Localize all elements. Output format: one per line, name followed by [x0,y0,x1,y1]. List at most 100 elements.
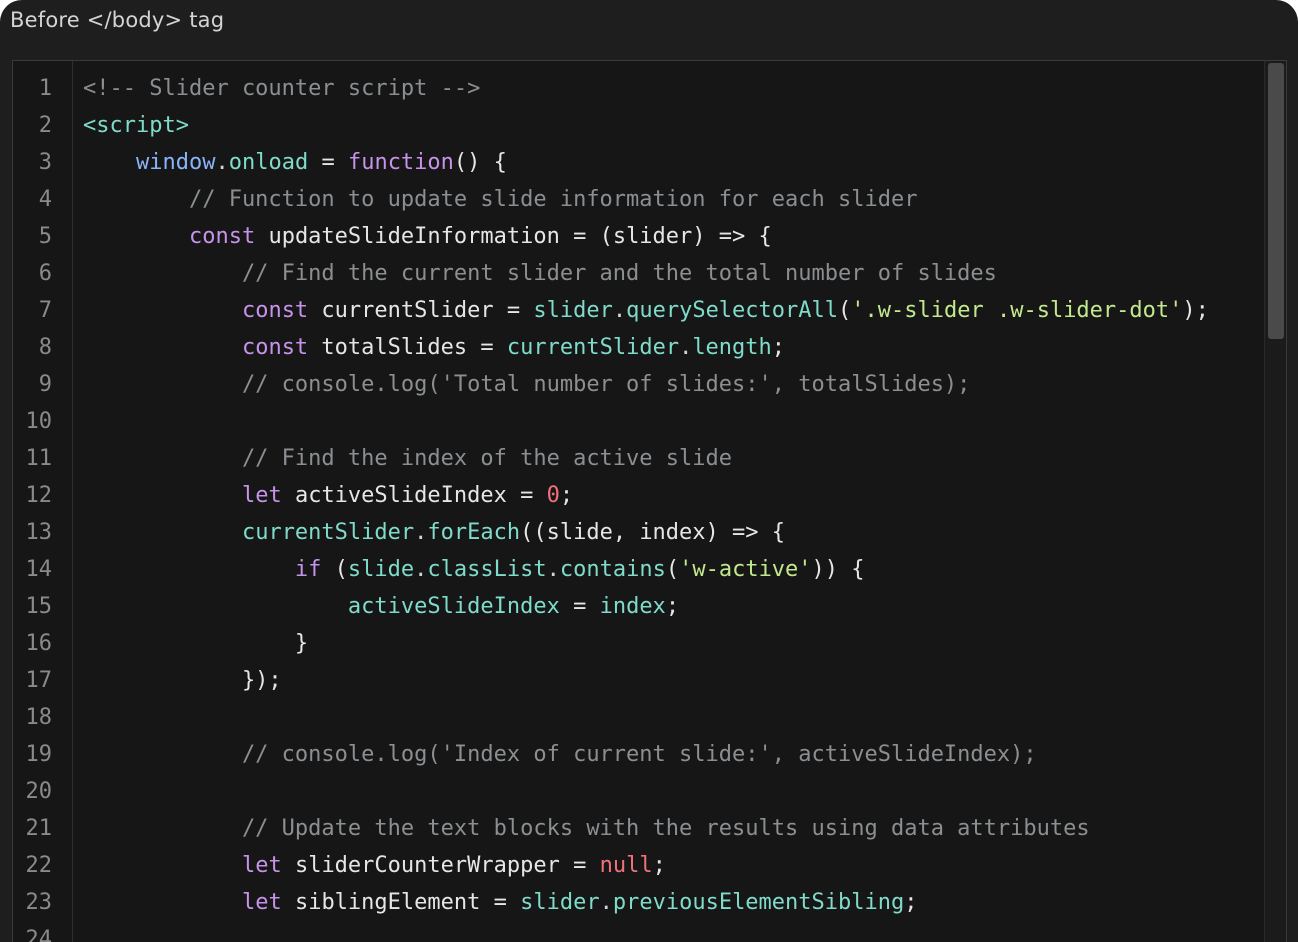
code-token-property: slider [520,890,600,915]
line-number: 14 [25,557,53,582]
code-token-punctuation: . [414,520,428,545]
code-token-default [83,483,242,508]
code-token-property: activeSlideIndex [347,594,560,619]
code-token-keyword: const [188,224,256,249]
code-line[interactable]: // Find the current slider and the total… [83,255,997,292]
code-line[interactable]: const totalSlides = currentSlider.length… [83,329,785,366]
code-line[interactable]: currentSlider.forEach((slide, index) => … [83,514,785,551]
code-token-punctuation: . [612,298,627,323]
code-token-default: )) { [811,557,865,582]
code-token-default [83,224,189,249]
code-token-number: null [599,853,653,878]
code-token-default: = [308,150,348,175]
line-number: 23 [25,890,53,915]
code-token-string: '.w-slider .w-slider-dot' [851,298,1183,323]
code-token-keyword: let [241,483,282,508]
line-number-gutter: 1 2 3 4 5 6 7 8 9 10 11 12 13 14 15 16 17 18 19 20 21 22 23 24 [13,61,73,942]
code-line[interactable]: } [83,625,308,662]
code-token-keyword: if [294,557,322,582]
line-number: 17 [25,668,53,693]
line-number: 7 [38,298,52,323]
line-number: 22 [25,853,53,878]
code-token-comment: // Find the index of the active slide [83,446,733,471]
code-line[interactable]: let siblingElement = slider.previousElem… [83,884,918,921]
code-line[interactable]: if (slide.classList.contains('w-active')… [83,551,865,588]
code-token-default: totalSlides = [308,335,507,360]
code-line[interactable]: const currentSlider = slider.querySelect… [83,292,1209,329]
custom-code-panel: Before </body> tag 1 2 3 4 5 6 7 8 9 10 11 12 13 14 15… [0,0,1298,942]
code-token-default: ); [1182,298,1209,323]
code-token-default: ; [904,890,918,915]
code-token-keyword: const [241,298,309,323]
code-token-punctuation: . [215,150,229,175]
code-line[interactable]: const updateSlideInformation = (slider) … [83,218,772,255]
code-token-property: classList [427,557,547,582]
code-line[interactable]: // console.log('Index of current slide:'… [83,736,1037,773]
code-token-default [83,853,242,878]
code-token-default: ; [652,853,666,878]
code-line[interactable]: }); [83,662,282,699]
code-token-punctuation: . [599,890,613,915]
code-token-default: ( [665,557,680,582]
vertical-scrollbar[interactable] [1264,61,1286,942]
code-token-property: index [599,594,666,619]
code-token-default: ; [771,335,786,360]
code-line[interactable]: // console.log('Total number of slides:'… [83,366,971,403]
code-line[interactable]: <script> [83,107,189,144]
code-token-default: sliderCounterWrapper = [281,853,600,878]
line-number: 4 [38,187,52,212]
code-line[interactable]: <!-- Slider counter script --> [83,70,480,107]
code-token-comment: // console.log('Index of current slide:'… [83,742,1037,767]
line-number: 9 [38,372,52,397]
line-number: 16 [25,631,53,656]
code-token-default: () { [453,150,507,175]
code-line[interactable]: // Find the index of the active slide [83,440,732,477]
code-token-default: }); [83,668,282,693]
code-token-comment: // Function to update slide information … [83,187,918,212]
line-number: 13 [25,520,53,545]
code-token-keyword: let [241,890,282,915]
code-token-default [83,335,242,360]
line-number: 10 [25,409,53,434]
code-area[interactable]: <!-- Slider counter script --> <script> w… [83,61,1264,942]
code-token-default: ((slide, index) => { [520,520,786,545]
line-number: 5 [38,224,52,249]
line-number: 12 [25,483,53,508]
code-token-property: currentSlider [506,335,680,360]
line-number: 24 [25,927,53,942]
code-line[interactable]: // Function to update slide information … [83,181,918,218]
scrollbar-thumb[interactable] [1268,63,1284,339]
code-token-property: length [692,335,772,360]
code-token-default: ; [665,594,680,619]
code-token-property: slide [347,557,415,582]
line-number: 15 [25,594,53,619]
code-line[interactable]: // Update the text blocks with the resul… [83,810,1090,847]
code-token-default: ( [321,557,348,582]
code-token-comment: // Update the text blocks with the resul… [83,816,1090,841]
code-editor[interactable]: 1 2 3 4 5 6 7 8 9 10 11 12 13 14 15 16 17 18 19 20 21 22 23 24 … [12,60,1287,942]
code-token-default [83,890,242,915]
code-token-property: <script> [83,113,189,138]
code-line[interactable]: activeSlideIndex = index; [83,588,679,625]
code-token-comment: // console.log('Total number of slides:'… [83,372,971,397]
code-token-comment: <!-- Slider counter script --> [83,76,481,101]
code-token-punctuation: . [679,335,693,360]
code-token-property: forEach [427,520,521,545]
line-number: 6 [38,261,52,286]
code-token-property: contains [559,557,666,582]
code-token-default: updateSlideInformation = (slider) => { [255,224,772,249]
code-token-default: currentSlider = [308,298,534,323]
line-number: 18 [25,705,53,730]
code-token-property: slider [533,298,613,323]
line-number: 1 [38,76,52,101]
line-number: 3 [38,150,52,175]
code-token-default [83,150,136,175]
code-line[interactable]: window.onload = function() { [83,144,507,181]
line-number: 20 [25,779,53,804]
code-token-property: previousElementSibling [612,890,905,915]
code-token-default [83,557,295,582]
code-token-punctuation: . [414,557,428,582]
code-line[interactable]: let activeSlideIndex = 0; [83,477,573,514]
code-line[interactable]: let sliderCounterWrapper = null; [83,847,666,884]
code-token-property: onload [228,150,309,175]
